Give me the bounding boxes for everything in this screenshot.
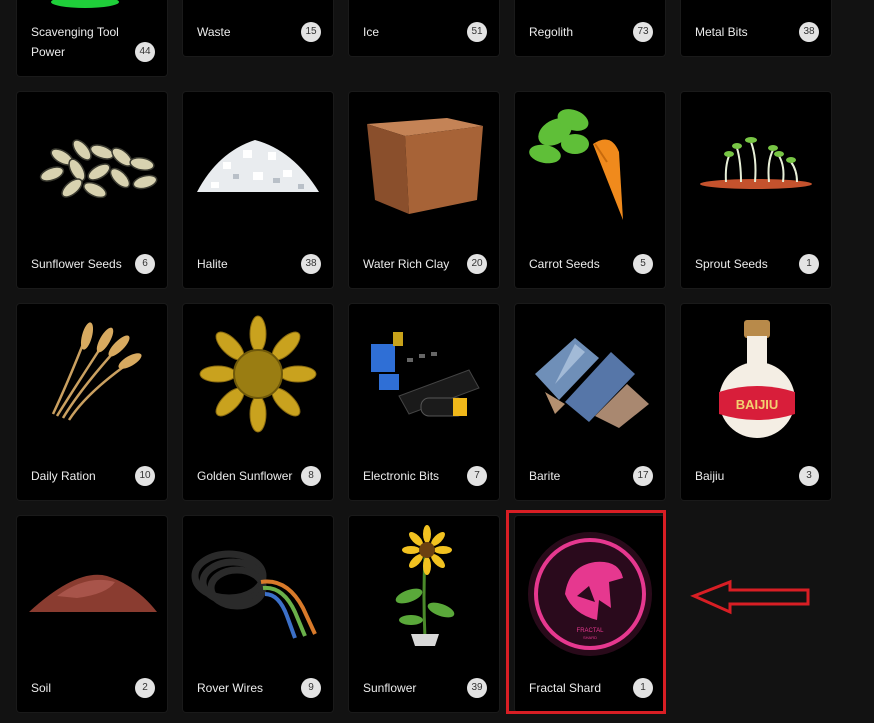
item-card-ice[interactable]: Ice 51 (349, 0, 499, 56)
sunflower-seeds-icon (39, 139, 158, 199)
item-count-badge: 7 (467, 466, 487, 486)
item-name: Waste (197, 25, 231, 39)
halite-icon (197, 140, 319, 192)
item-name: Scavenging Tool Power (31, 25, 119, 59)
item-count-badge: 38 (301, 254, 321, 274)
electronic-bits-icon (371, 332, 480, 417)
item-name: Sunflower Seeds (31, 257, 122, 271)
item-count-badge: 1 (799, 254, 819, 274)
barite-crystal-icon (535, 338, 649, 428)
item-count-badge: 38 (799, 22, 819, 42)
item-card-soil[interactable]: Soil 2 (17, 516, 167, 712)
item-card-scavenging-tool-power[interactable]: Scavenging Tool Power 44 (17, 0, 167, 76)
item-card-daily-ration[interactable]: Daily Ration 10 (17, 304, 167, 500)
item-card-golden-sunflower[interactable]: Golden Sunflower 8 (183, 304, 333, 500)
item-count-badge: 73 (633, 22, 653, 42)
item-name: Rover Wires (197, 681, 264, 695)
item-card-sunflower[interactable]: Sunflower 39 (349, 516, 499, 712)
item-count-badge: 39 (467, 678, 487, 698)
item-count-badge: 8 (301, 466, 321, 486)
item-name: Water Rich Clay (363, 257, 450, 271)
item-card-sunflower-seeds[interactable]: Sunflower Seeds 6 (17, 92, 167, 288)
item-card-metal-bits[interactable]: Metal Bits 38 (681, 0, 831, 56)
item-name: Sprout Seeds (695, 257, 768, 271)
baijiu-label: BAIJIU (736, 397, 779, 412)
wheat-bundle-icon (51, 322, 142, 421)
arrow-left-icon (690, 579, 810, 615)
carrot-icon (529, 109, 623, 220)
item-count-badge: 15 (301, 22, 321, 42)
item-card-water-rich-clay[interactable]: Water Rich Clay 20 (349, 92, 499, 288)
golden-sunflower-icon (199, 315, 317, 433)
item-name: Carrot Seeds (529, 257, 600, 271)
item-name: Ice (363, 25, 380, 39)
clay-block-icon (367, 118, 483, 214)
item-card-halite[interactable]: Halite 38 (183, 92, 333, 288)
item-name: Halite (197, 257, 228, 271)
item-name: Barite (529, 469, 561, 483)
highlight-box (506, 510, 666, 714)
sprout-icon (700, 137, 812, 189)
item-count-badge: 51 (467, 22, 487, 42)
item-name: Metal Bits (695, 25, 748, 39)
potted-sunflower-icon (395, 525, 455, 646)
item-count-badge: 6 (135, 254, 155, 274)
item-card-baijiu[interactable]: BAIJIU Baijiu 3 (681, 304, 831, 500)
soil-pile-icon (29, 574, 157, 612)
item-count-badge: 44 (135, 42, 155, 62)
item-count-badge: 17 (633, 466, 653, 486)
item-count-badge: 2 (135, 678, 155, 698)
item-name: Electronic Bits (363, 469, 440, 483)
item-card-sprout-seeds[interactable]: Sprout Seeds 1 (681, 92, 831, 288)
item-card-electronic-bits[interactable]: Electronic Bits 7 (349, 304, 499, 500)
item-name: Sunflower (363, 681, 417, 695)
item-name: Soil (31, 681, 52, 695)
item-card-barite[interactable]: Barite 17 (515, 304, 665, 500)
item-count-badge: 9 (301, 678, 321, 698)
item-count-badge: 3 (799, 466, 819, 486)
baijiu-bottle-icon: BAIJIU (719, 320, 795, 438)
item-card-carrot-seeds[interactable]: Carrot Seeds 5 (515, 92, 665, 288)
item-name: Baijiu (695, 469, 725, 483)
item-count-badge: 10 (135, 466, 155, 486)
wire-coil-icon (191, 550, 317, 639)
item-card-regolith[interactable]: Regolith 73 (515, 0, 665, 56)
item-name: Daily Ration (31, 469, 96, 483)
item-count-badge: 20 (467, 254, 487, 274)
item-card-rover-wires[interactable]: Rover Wires 9 (183, 516, 333, 712)
item-name: Golden Sunflower (197, 469, 293, 483)
item-name: Regolith (529, 25, 574, 39)
item-count-badge: 5 (633, 254, 653, 274)
item-card-waste[interactable]: Waste 15 (183, 0, 333, 56)
